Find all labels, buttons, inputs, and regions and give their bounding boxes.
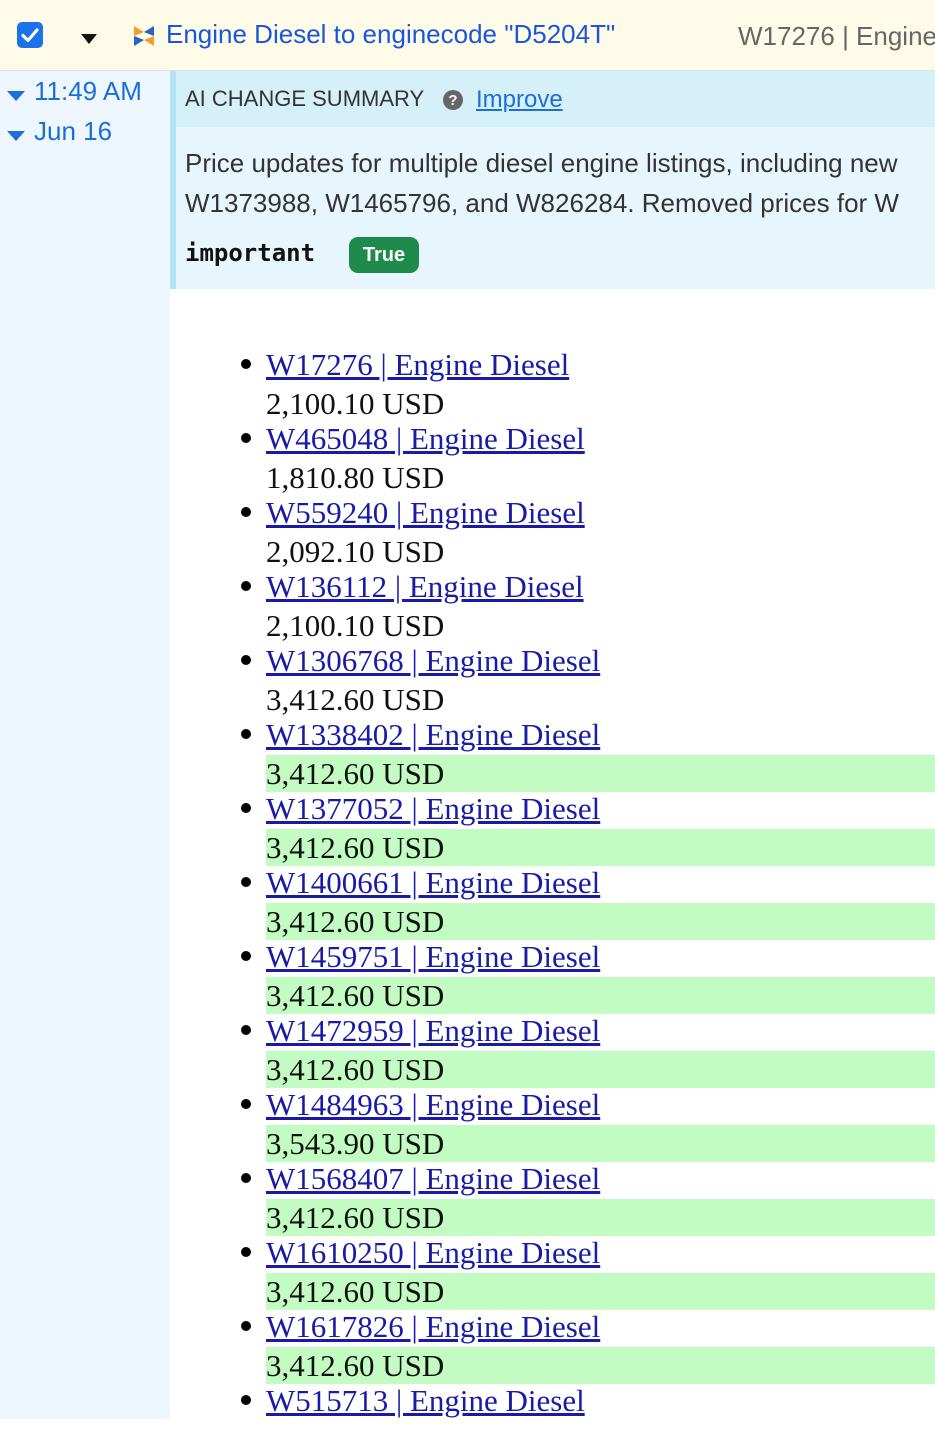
list-item: W1338402 | Engine Diesel 3,412.60 USD [170, 700, 935, 792]
bullet-icon [241, 359, 251, 369]
list-item: W1472959 | Engine Diesel 3,412.60 USD [170, 996, 935, 1088]
listing-link[interactable]: W515713 | Engine Diesel [266, 1384, 585, 1418]
bullet-icon [241, 1321, 251, 1331]
list-item: W1400661 | Engine Diesel 3,412.60 USD [170, 848, 935, 940]
site-logo-icon [131, 23, 157, 54]
bullet-icon [241, 803, 251, 813]
summary-label: AI CHANGE SUMMARY [185, 86, 425, 111]
improve-link[interactable]: Improve [476, 86, 563, 114]
bullet-icon [241, 877, 251, 887]
bullet-icon [241, 433, 251, 443]
change-title-link[interactable]: Engine Diesel to enginecode "D5204T" [166, 19, 615, 50]
list-item: W1568407 | Engine Diesel 3,412.60 USD [170, 1144, 935, 1236]
caret-down-icon [81, 34, 97, 44]
summary-text: Price updates for multiple diesel engine… [185, 143, 935, 223]
list-item: W1306768 | Engine Diesel 3,412.60 USD [170, 626, 935, 717]
help-icon[interactable]: ? [442, 89, 464, 116]
checkmark-icon [21, 28, 39, 43]
timestamp-sidebar: 11:49 AM Jun 16 [0, 71, 170, 1419]
list-item: W1610250 | Engine Diesel 3,412.60 USD [170, 1218, 935, 1310]
select-checkbox[interactable] [17, 22, 43, 48]
listing-link[interactable]: W1610250 | Engine Diesel [266, 1236, 600, 1270]
date-label: Jun 16 [34, 116, 113, 146]
summary-line-1: Price updates for multiple diesel engine… [185, 148, 898, 178]
date-toggle[interactable]: Jun 16 [6, 116, 112, 149]
list-item: W1459751 | Engine Diesel 3,412.60 USD [170, 922, 935, 1014]
bullet-icon [241, 1247, 251, 1257]
triangle-down-icon [6, 78, 26, 109]
bullet-icon [241, 1395, 251, 1405]
bullet-icon [241, 951, 251, 961]
list-item: W17276 | Engine Diesel 2,100.10 USD [170, 330, 935, 421]
ai-change-summary-panel: AI CHANGE SUMMARY ? Improve Price update… [170, 71, 935, 289]
listing-link[interactable]: W17276 | Engine Diesel [266, 348, 569, 382]
list-item: W1617826 | Engine Diesel 3,412.60 USD [170, 1292, 935, 1384]
listing-link[interactable]: W1306768 | Engine Diesel [266, 644, 600, 678]
top-bar: Engine Diesel to enginecode "D5204T" W17… [0, 0, 935, 71]
listing-link[interactable]: W1338402 | Engine Diesel [266, 718, 600, 752]
time-label: 11:49 AM [34, 76, 142, 106]
listing-link[interactable]: W559240 | Engine Diesel [266, 496, 585, 530]
svg-text:?: ? [448, 92, 457, 109]
bullet-icon [241, 1025, 251, 1035]
listing-link[interactable]: W1377052 | Engine Diesel [266, 792, 600, 826]
list-item: W515713 | Engine Diesel [170, 1366, 935, 1440]
listing-link[interactable]: W1400661 | Engine Diesel [266, 866, 600, 900]
expand-caret-button[interactable] [80, 32, 98, 50]
list-item: W559240 | Engine Diesel 2,092.10 USD [170, 478, 935, 569]
item-reference-text: W17276 | Engine [738, 21, 935, 51]
listing-link[interactable]: W136112 | Engine Diesel [266, 570, 584, 604]
list-item: W136112 | Engine Diesel 2,100.10 USD [170, 552, 935, 643]
listing-link[interactable]: W1568407 | Engine Diesel [266, 1162, 600, 1196]
listing-link[interactable]: W465048 | Engine Diesel [266, 422, 585, 456]
bullet-icon [241, 1099, 251, 1109]
listing-link[interactable]: W1484963 | Engine Diesel [266, 1088, 600, 1122]
bullet-icon [241, 655, 251, 665]
list-item: W465048 | Engine Diesel 1,810.80 USD [170, 404, 935, 495]
engine-listing-list: W17276 | Engine Diesel 2,100.10 USD W46504… [170, 330, 935, 1440]
bullet-icon [241, 581, 251, 591]
listing-link[interactable]: W1459751 | Engine Diesel [266, 940, 600, 974]
bullet-icon [241, 729, 251, 739]
listing-link[interactable]: W1472959 | Engine Diesel [266, 1014, 600, 1048]
list-item: W1484963 | Engine Diesel 3,543.90 USD [170, 1070, 935, 1162]
bullet-icon [241, 1173, 251, 1183]
listing-link[interactable]: W1617826 | Engine Diesel [266, 1310, 600, 1344]
summary-line-2: W1373988, W1465796, and W826284. Removed… [185, 188, 899, 218]
important-label: important [185, 239, 316, 267]
important-badge: True [349, 237, 419, 273]
time-toggle[interactable]: 11:49 AM [6, 76, 142, 109]
bullet-icon [241, 507, 251, 517]
triangle-down-icon [6, 118, 26, 149]
list-item: W1377052 | Engine Diesel 3,412.60 USD [170, 774, 935, 866]
